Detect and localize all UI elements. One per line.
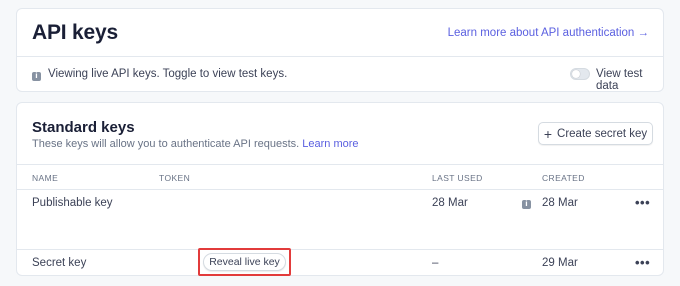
row-publishable-name: Publishable key — [32, 197, 113, 209]
table-header-divider — [17, 189, 663, 190]
view-test-data-toggle[interactable] — [570, 68, 590, 80]
table-top-divider — [17, 164, 663, 165]
column-header-name: NAME — [32, 173, 59, 183]
section-subtitle: These keys will allow you to authenticat… — [32, 138, 359, 150]
view-test-data-label[interactable]: View test data — [596, 68, 663, 92]
row-secret-name: Secret key — [32, 257, 87, 269]
section-title: Standard keys — [32, 119, 135, 136]
row-publishable-last-used: 28 Mar — [432, 197, 468, 209]
section-subtitle-text: These keys will allow you to authenticat… — [32, 138, 300, 150]
column-header-last-used: LAST USED — [432, 173, 483, 183]
row-secret-last-used: – — [432, 257, 439, 269]
reveal-live-key-button[interactable]: Reveal live key — [203, 253, 286, 271]
header-divider — [17, 56, 663, 57]
create-secret-key-button[interactable]: + Create secret key — [538, 122, 653, 145]
page-title: API keys — [32, 21, 118, 44]
create-secret-key-label[interactable]: Create secret key — [557, 128, 647, 140]
column-header-token: TOKEN — [159, 173, 191, 183]
row-secret-created: 29 Mar — [542, 257, 578, 269]
live-mode-notice: Viewing live API keys. Toggle to view te… — [48, 68, 288, 80]
info-icon: i — [32, 72, 41, 81]
toggle-knob — [572, 70, 580, 78]
arrow-right-icon: → — [637, 27, 650, 39]
standard-keys-card: Standard keys These keys will allow you … — [16, 102, 664, 276]
plus-icon: + — [543, 125, 553, 142]
row-divider — [17, 249, 663, 250]
learn-more-link[interactable]: Learn more — [302, 138, 358, 150]
row-publishable-more-icon[interactable]: ••• — [635, 195, 650, 210]
info-icon[interactable]: i — [522, 200, 531, 209]
row-publishable-created: 28 Mar — [542, 197, 578, 209]
row-secret-more-icon[interactable]: ••• — [635, 255, 650, 270]
learn-more-auth-link[interactable]: Learn more about API authentication → — [448, 27, 649, 39]
column-header-created: CREATED — [542, 173, 585, 183]
learn-more-auth-text[interactable]: Learn more about API authentication — [448, 27, 635, 39]
api-keys-header-card: API keys Learn more about API authentica… — [16, 8, 664, 92]
